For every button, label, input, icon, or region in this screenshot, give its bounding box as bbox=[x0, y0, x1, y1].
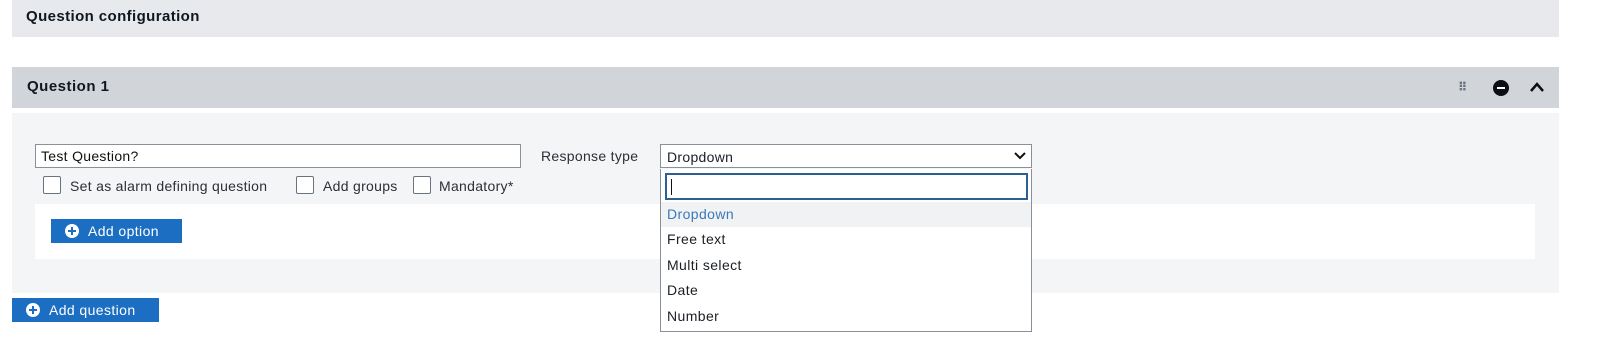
mandatory-checkbox[interactable] bbox=[413, 176, 431, 194]
remove-question-icon[interactable] bbox=[1493, 80, 1509, 96]
alarm-defining-checkbox[interactable] bbox=[43, 176, 61, 194]
response-type-dropdown: Dropdown Free text Multi select Date Num… bbox=[660, 169, 1032, 332]
dropdown-option-date[interactable]: Date bbox=[661, 278, 1031, 303]
chevron-down-icon bbox=[1014, 152, 1026, 160]
question-text-input[interactable] bbox=[35, 144, 521, 168]
drag-handle-icon[interactable]: ⠿ bbox=[1458, 80, 1468, 94]
dropdown-option-free-text[interactable]: Free text bbox=[661, 227, 1031, 252]
section-title: Question configuration bbox=[12, 0, 1559, 37]
add-option-label: Add option bbox=[88, 223, 159, 239]
response-type-label: Response type bbox=[541, 148, 639, 164]
dropdown-search-input[interactable] bbox=[665, 173, 1028, 200]
chevron-up-icon[interactable] bbox=[1528, 80, 1546, 94]
add-question-button[interactable]: Add question bbox=[12, 298, 159, 322]
add-question-label: Add question bbox=[49, 302, 136, 318]
dropdown-option-multi-select[interactable]: Multi select bbox=[661, 253, 1031, 278]
text-cursor bbox=[671, 179, 672, 195]
add-groups-label: Add groups bbox=[323, 178, 398, 194]
question-title: Question 1 bbox=[27, 78, 110, 95]
mandatory-label: Mandatory* bbox=[439, 178, 514, 194]
response-type-value: Dropdown bbox=[667, 149, 734, 165]
plus-circle-icon bbox=[26, 303, 40, 317]
dropdown-option-number[interactable]: Number bbox=[661, 304, 1031, 329]
plus-circle-icon bbox=[65, 224, 79, 238]
alarm-defining-label: Set as alarm defining question bbox=[70, 178, 268, 194]
question-header[interactable]: Question 1 ⠿ bbox=[12, 67, 1559, 108]
add-option-button[interactable]: Add option bbox=[51, 219, 182, 243]
add-groups-checkbox[interactable] bbox=[296, 176, 314, 194]
response-type-select[interactable]: Dropdown bbox=[660, 144, 1032, 168]
dropdown-option-dropdown[interactable]: Dropdown bbox=[661, 202, 1031, 227]
